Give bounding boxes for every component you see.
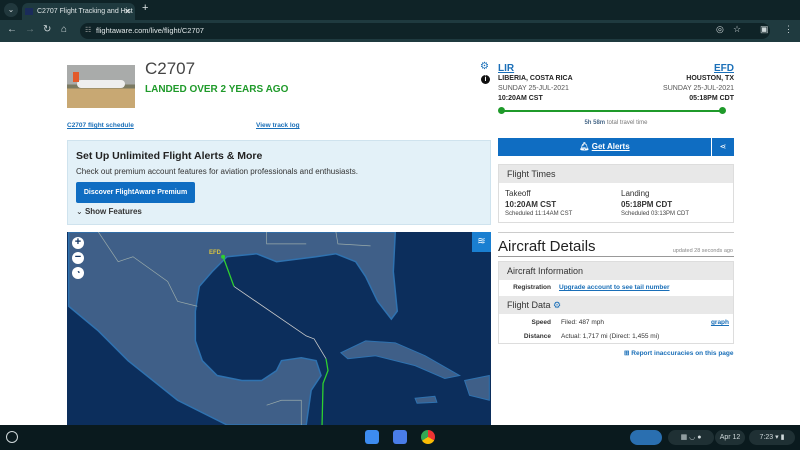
land-hispaniola: [463, 374, 490, 401]
distance-value: Actual: 1,717 mi (Direct: 1,455 mi): [561, 333, 660, 340]
landing-time: 05:18PM CDT: [621, 200, 673, 209]
promo-text: Check out premium account features for a…: [76, 167, 358, 176]
distance-label: Distance: [523, 333, 551, 340]
show-features-toggle[interactable]: ⌄ Show Features: [76, 207, 142, 216]
url-text: flightaware.com/live/flight/C2707: [96, 26, 204, 35]
files-app-icon[interactable]: [365, 430, 379, 444]
flight-times-header: Flight Times: [499, 165, 733, 183]
battery-icon: ▮: [780, 434, 785, 441]
site-info-icon[interactable]: ☷: [85, 23, 91, 39]
close-tab-icon[interactable]: ✕: [124, 3, 131, 20]
zoom-in-button[interactable]: +: [72, 237, 84, 249]
updated-time: updated 28 seconds ago: [672, 248, 733, 254]
clock: 7:23: [759, 434, 774, 441]
origin-time: 10:20AM CST: [498, 95, 543, 102]
origin-dot: [498, 107, 505, 114]
promo-title: Set Up Unlimited Flight Alerts & More: [76, 150, 263, 162]
status-toggle-icon[interactable]: [630, 430, 662, 445]
address-bar-row: ← → ↻ ⌂ ☷ flightaware.com/live/flight/C27…: [0, 20, 800, 42]
divider: [498, 256, 734, 257]
aircraft-details-title: Aircraft Details: [498, 238, 596, 255]
docs-app-icon[interactable]: [393, 430, 407, 444]
eye-off-icon[interactable]: ◎: [716, 24, 724, 35]
flight-times-panel: Flight Times Takeoff 10:20AM CST Schedul…: [498, 164, 734, 223]
tab-bar: ⌄ C2707 Flight Tracking and Hist ✕ +: [0, 0, 800, 20]
registration-label: Registration: [513, 284, 551, 291]
flight-ident: C2707: [145, 59, 196, 78]
travel-time: 5h 58m total travel time: [584, 120, 648, 126]
date-pill[interactable]: Apr 12: [715, 430, 745, 445]
premium-promo: Set Up Unlimited Flight Alerts & More Ch…: [67, 140, 491, 225]
flight-track-gray: [233, 286, 327, 359]
home-icon[interactable]: ⌂: [61, 24, 67, 35]
layers-icon[interactable]: ≋: [472, 232, 491, 252]
destination-dot: [719, 107, 726, 114]
chevron-down-icon: ⌄: [76, 207, 85, 216]
speed-value: Filed: 487 mph: [561, 319, 604, 326]
tab-search-button[interactable]: ⌄: [4, 3, 18, 17]
aircraft-photo: [67, 65, 135, 108]
forward-icon[interactable]: →: [25, 24, 35, 35]
flight-status: LANDED OVER 2 YEARS AGO: [145, 84, 289, 95]
wifi-icon: ▾: [775, 434, 779, 441]
info-icon[interactable]: i: [481, 75, 490, 84]
new-tab-button[interactable]: +: [142, 2, 148, 14]
destination-time: 05:18PM CDT: [689, 95, 734, 102]
takeoff-time: 10:20AM CST: [505, 200, 557, 209]
back-icon[interactable]: ←: [7, 24, 17, 35]
favicon-icon: [25, 8, 33, 15]
aircraft-info-header: Aircraft Information: [499, 262, 733, 280]
tab-title: C2707 Flight Tracking and Hist: [37, 8, 133, 15]
aircraft-info-panel: Aircraft Information Registration Upgrade…: [498, 261, 734, 344]
gear-icon[interactable]: ⚙: [553, 300, 561, 310]
map-airport-label: EFD: [209, 250, 221, 256]
track-log-link[interactable]: View track log: [256, 122, 300, 129]
share-icon[interactable]: ⋖: [712, 138, 734, 156]
origin-date: SUNDAY 25-JUL-2021: [498, 85, 569, 92]
notification-icons[interactable]: ▦ ◡ ●: [668, 430, 714, 445]
launcher-icon[interactable]: [6, 431, 18, 443]
landing-label: Landing: [621, 189, 650, 198]
land-cuba: [339, 340, 462, 379]
chrome-app-icon[interactable]: [421, 430, 435, 444]
land-jamaica: [414, 395, 438, 404]
flight-data-header: Flight Data ⚙: [499, 296, 733, 314]
destination-code[interactable]: EFD: [714, 63, 734, 74]
bookmark-star-icon[interactable]: ☆: [733, 24, 741, 35]
speed-label: Speed: [531, 319, 551, 326]
url-input[interactable]: ☷ flightaware.com/live/flight/C2707: [80, 23, 770, 39]
divider: [498, 232, 734, 233]
tab-flightaware[interactable]: C2707 Flight Tracking and Hist ✕: [22, 3, 135, 20]
origin-city: LIBERIA, COSTA RICA: [498, 75, 573, 82]
flight-track-green-2: [321, 358, 329, 425]
destination-city: HOUSTON, TX: [686, 75, 734, 82]
zoom-out-button[interactable]: −: [72, 252, 84, 264]
destination-marker: [221, 254, 226, 259]
menu-icon[interactable]: ⋮: [784, 24, 793, 35]
flight-schedule-link[interactable]: C2707 flight schedule: [67, 122, 134, 129]
discover-premium-button[interactable]: Discover FlightAware Premium: [76, 182, 195, 203]
get-alerts-button[interactable]: 🔔︎ Get Alerts: [498, 138, 711, 156]
system-tray[interactable]: 7:23 ▾ ▮: [749, 430, 795, 445]
progress-line: [501, 110, 723, 112]
gear-icon[interactable]: ⚙: [480, 61, 489, 72]
destination-date: SUNDAY 25-JUL-2021: [663, 85, 734, 92]
report-inaccuracies-link[interactable]: ⊞ Report inaccuracies on this page: [624, 349, 734, 357]
origin-code[interactable]: LIR: [498, 63, 514, 74]
landing-scheduled: Scheduled 03:13PM CDT: [621, 211, 690, 217]
compass-icon[interactable]: ◔: [72, 267, 84, 279]
map-canvas: [67, 232, 490, 425]
reload-icon[interactable]: ↻: [43, 24, 51, 35]
extensions-icon[interactable]: ▣: [760, 24, 769, 35]
bell-icon: 🔔︎: [579, 142, 592, 151]
flight-map[interactable]: EFD + − ◔ ≋: [67, 232, 491, 425]
flight-track-green-1: [222, 256, 235, 287]
takeoff-scheduled: Scheduled 11:14AM CST: [505, 211, 573, 217]
graph-link[interactable]: graph: [711, 319, 729, 326]
takeoff-label: Takeoff: [505, 189, 531, 198]
upgrade-account-link[interactable]: Upgrade account to see tail number: [559, 284, 670, 291]
